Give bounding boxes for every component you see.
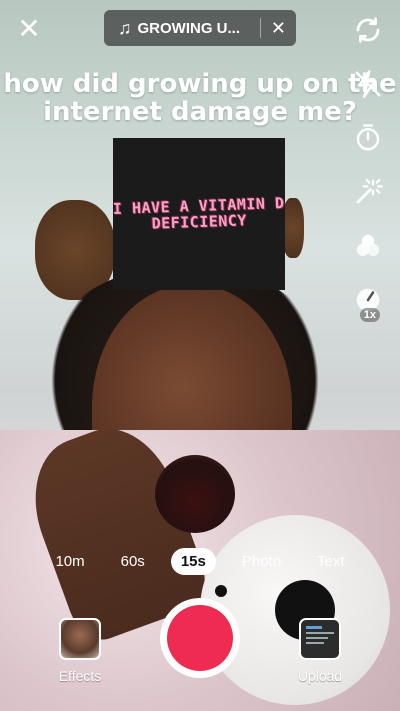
upload-label: Upload [297, 668, 343, 684]
sound-divider [259, 18, 261, 38]
upload-button[interactable]: Upload [296, 618, 344, 684]
flip-camera-button[interactable] [348, 10, 388, 50]
teddy-bear-right-ear [282, 198, 304, 258]
effects-label: Effects [58, 668, 102, 684]
camera-screen: how did growing up on the internet damag… [0, 0, 400, 711]
side-toolbar [348, 10, 388, 334]
beauty-wand-icon [356, 179, 383, 204]
sound-title: GROWING U... [137, 19, 241, 37]
record-button[interactable] [160, 598, 240, 678]
filters-button[interactable] [348, 226, 388, 266]
close-button[interactable]: ✕ [12, 12, 46, 46]
mode-60s[interactable]: 60s [111, 548, 155, 575]
sticker-text: I HAVE A VITAMIN D DEFICIENCY [112, 194, 285, 233]
mode-photo[interactable]: Photo [232, 548, 291, 575]
beauty-button[interactable] [348, 172, 388, 212]
flip-camera-icon [356, 17, 380, 43]
timer-button[interactable] [348, 118, 388, 158]
mode-15s[interactable]: 15s [170, 548, 216, 575]
mode-10m[interactable]: 10m [45, 548, 94, 575]
effects-thumbnail [59, 618, 101, 660]
upload-thumbnail [299, 618, 341, 660]
mode-text[interactable]: Text [307, 548, 355, 575]
remove-sound-icon[interactable]: ✕ [271, 18, 286, 39]
filters-icon [356, 234, 380, 256]
caption-text: how did growing up on the internet damag… [3, 69, 397, 127]
record-button-inner [167, 605, 233, 671]
music-note-icon: ♫ [118, 17, 132, 38]
person-mouth [155, 455, 235, 533]
effects-button[interactable]: Effects [56, 618, 104, 684]
close-icon: ✕ [17, 12, 41, 45]
flash-off-icon [355, 70, 381, 98]
timer-icon [356, 124, 380, 151]
add-sound-pill[interactable]: ♫ GROWING U... ✕ [104, 10, 296, 46]
speed-badge: 1x [359, 308, 380, 322]
flash-button[interactable] [348, 64, 388, 104]
vitamin-sticker[interactable]: I HAVE A VITAMIN D DEFICIENCY [113, 138, 285, 290]
mode-selector: 10m 60s 15s Photo Text [0, 548, 400, 575]
